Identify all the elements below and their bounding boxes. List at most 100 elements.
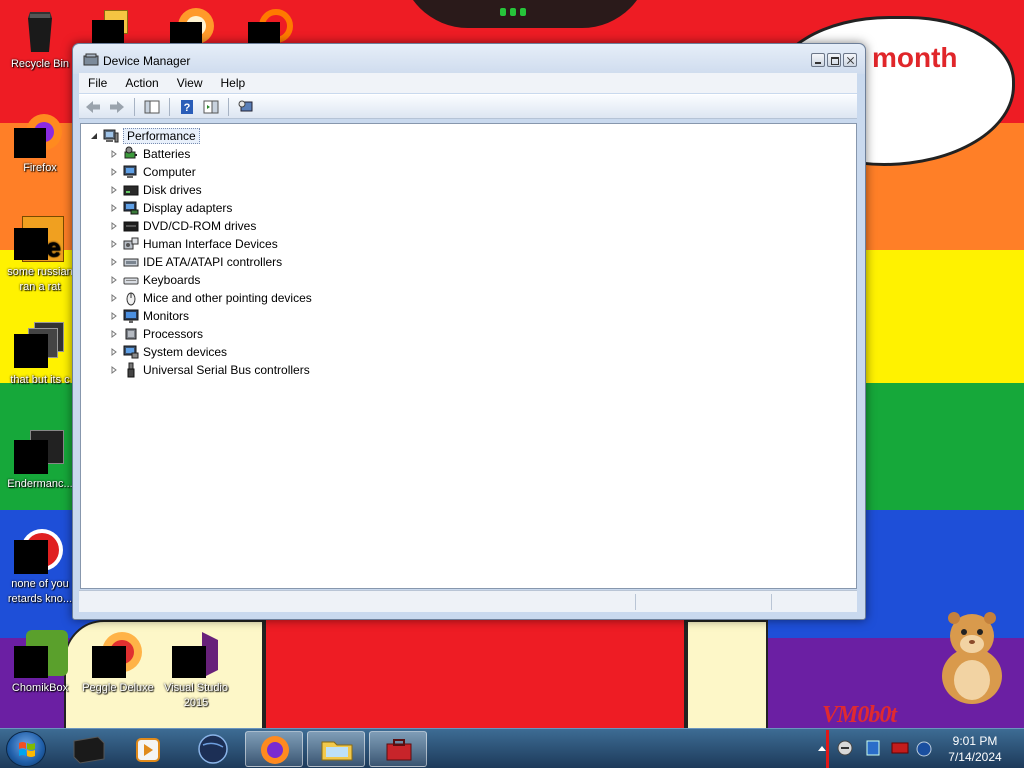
- desktop-icon-none-of-you[interactable]: none of you retards kno...: [0, 526, 80, 607]
- desktop-icon-endermanch[interactable]: Endermanc...: [0, 426, 80, 492]
- close-button[interactable]: [843, 53, 857, 67]
- action-pane-button[interactable]: [201, 98, 221, 116]
- tree-item[interactable]: Processors: [109, 325, 203, 343]
- app-icon: e: [14, 214, 64, 262]
- explorer-folder-icon: [321, 741, 353, 761]
- taskbar-media-player[interactable]: [120, 731, 178, 767]
- device-manager-window[interactable]: Device Manager File Action View Help ? P…: [72, 43, 866, 620]
- menu-bar: File Action View Help: [79, 73, 857, 93]
- desktop-icon-label: Recycle Bin: [10, 58, 70, 70]
- peggle-icon: [92, 630, 142, 678]
- tree-item[interactable]: Human Interface Devices: [109, 235, 278, 253]
- desktop-icon-that-but-its[interactable]: that but its c: [0, 322, 80, 388]
- tree-item-label: Display adapters: [143, 201, 233, 215]
- taskbar-app-black[interactable]: [60, 731, 118, 767]
- tree-item[interactable]: IDE ATA/ATAPI controllers: [109, 253, 282, 271]
- system-clock[interactable]: 9:01 PM 7/14/2024: [936, 733, 1014, 765]
- desktop-icon-top-1[interactable]: [92, 10, 128, 44]
- desktop-icon-label: ChomikBox: [11, 682, 69, 694]
- show-hide-console-tree-button[interactable]: [142, 98, 162, 116]
- desktop-icon-chomikbox[interactable]: ChomikBox: [0, 630, 80, 696]
- window-controls: [811, 53, 857, 67]
- expand-arrow-icon[interactable]: [109, 167, 119, 177]
- processor-icon: [123, 326, 139, 342]
- desktop-icon-top-3[interactable]: [248, 8, 296, 44]
- menu-help[interactable]: Help: [212, 73, 255, 93]
- expand-arrow-icon[interactable]: [109, 275, 119, 285]
- desktop-icon-some-russian[interactable]: e some russian ran a rat: [0, 214, 80, 295]
- tree-item[interactable]: System devices: [109, 343, 227, 361]
- mouse-icon: [123, 290, 139, 306]
- taskbar-device-manager[interactable]: [369, 731, 427, 767]
- tree-item-label: Computer: [143, 165, 196, 179]
- desktop-icon-label: Firefox: [23, 162, 57, 174]
- tree-item[interactable]: Universal Serial Bus controllers: [109, 361, 310, 379]
- window-title-bar[interactable]: Device Manager: [73, 44, 865, 74]
- expand-arrow-icon[interactable]: [109, 221, 119, 231]
- scan-hardware-icon: [238, 100, 253, 111]
- desktop-icon-recycle-bin[interactable]: Recycle Bin: [0, 6, 80, 72]
- tree-item-label: Monitors: [143, 309, 190, 323]
- scan-hardware-button[interactable]: [236, 98, 256, 116]
- taskbar: 9:01 PM 7/14/2024: [0, 728, 1024, 768]
- svg-text:?: ?: [184, 102, 191, 114]
- tree-item[interactable]: Display adapters: [109, 199, 232, 217]
- expand-arrow-icon[interactable]: [109, 311, 119, 321]
- expand-arrow-icon[interactable]: [109, 203, 119, 213]
- clock-time: 9:01 PM: [952, 734, 998, 748]
- expand-arrow-icon[interactable]: [109, 329, 119, 339]
- expand-arrow-icon[interactable]: [109, 365, 119, 375]
- back-button[interactable]: [83, 98, 103, 116]
- desktop-icon-label: none of you retards kno...: [7, 578, 73, 605]
- collapse-arrow-icon[interactable]: [89, 131, 99, 141]
- taskbar-firefox[interactable]: [245, 731, 303, 767]
- tree-item-label: Keyboards: [143, 273, 201, 287]
- black-box-icon: [73, 736, 105, 764]
- computer-root-icon: [103, 128, 119, 144]
- menu-view[interactable]: View: [168, 73, 212, 93]
- forward-button[interactable]: [107, 98, 127, 116]
- device-manager-icon: [83, 53, 99, 66]
- minimize-button[interactable]: [811, 53, 825, 67]
- desktop-icon-firefox[interactable]: Firefox: [0, 110, 80, 176]
- taskbar-explorer[interactable]: [307, 731, 365, 767]
- tree-item[interactable]: Computer: [109, 163, 196, 181]
- desktop-icon-peggle[interactable]: Peggle Deluxe: [78, 630, 158, 696]
- maximize-button[interactable]: [827, 53, 841, 67]
- help-button[interactable]: ?: [177, 98, 197, 116]
- tree-item[interactable]: Disk drives: [109, 181, 202, 199]
- expand-arrow-icon[interactable]: [109, 185, 119, 195]
- tree-item-label: IDE ATA/ATAPI controllers: [143, 255, 283, 269]
- desktop-icon-top-2[interactable]: [170, 6, 218, 44]
- desktop-icon-label: Peggle Deluxe: [82, 682, 154, 694]
- expand-arrow-icon[interactable]: [109, 257, 119, 267]
- expand-arrow-icon[interactable]: [109, 293, 119, 303]
- tree-root[interactable]: Performance: [89, 127, 200, 145]
- desktop-icon-label: some russian ran a rat: [7, 266, 73, 293]
- tree-item[interactable]: Batteries: [109, 145, 190, 163]
- tree-item-label: Universal Serial Bus controllers: [143, 363, 310, 377]
- wallpaper-green-eyes: [500, 8, 526, 16]
- expand-arrow-icon[interactable]: [109, 149, 119, 159]
- menu-action[interactable]: Action: [116, 73, 167, 93]
- recycle-bin-icon: [16, 6, 64, 54]
- expand-arrow-icon[interactable]: [109, 347, 119, 357]
- keyboard-icon: [123, 272, 139, 288]
- menu-file[interactable]: File: [79, 73, 116, 93]
- start-button[interactable]: [6, 731, 46, 767]
- firefox-icon: [14, 110, 64, 158]
- toolbar-separator: [134, 97, 135, 116]
- tree-item[interactable]: Keyboards: [109, 271, 200, 289]
- desktop-icon-visual-studio[interactable]: Visual Studio 2015: [156, 630, 236, 711]
- tree-item[interactable]: DVD/CD-ROM drives: [109, 217, 256, 235]
- opera-icon: [14, 526, 64, 574]
- taskbar-app-globe[interactable]: [184, 731, 242, 767]
- tree-item[interactable]: Mice and other pointing devices: [109, 289, 312, 307]
- globe-icon: [198, 734, 228, 764]
- expand-arrow-icon[interactable]: [109, 239, 119, 249]
- device-tree[interactable]: Performance Batteries Computer Disk drives…: [80, 123, 857, 589]
- action-pane-icon: [203, 100, 219, 113]
- tree-item[interactable]: Monitors: [109, 307, 189, 325]
- toolbar-separator: [169, 97, 170, 116]
- tree-item-label: Disk drives: [143, 183, 202, 197]
